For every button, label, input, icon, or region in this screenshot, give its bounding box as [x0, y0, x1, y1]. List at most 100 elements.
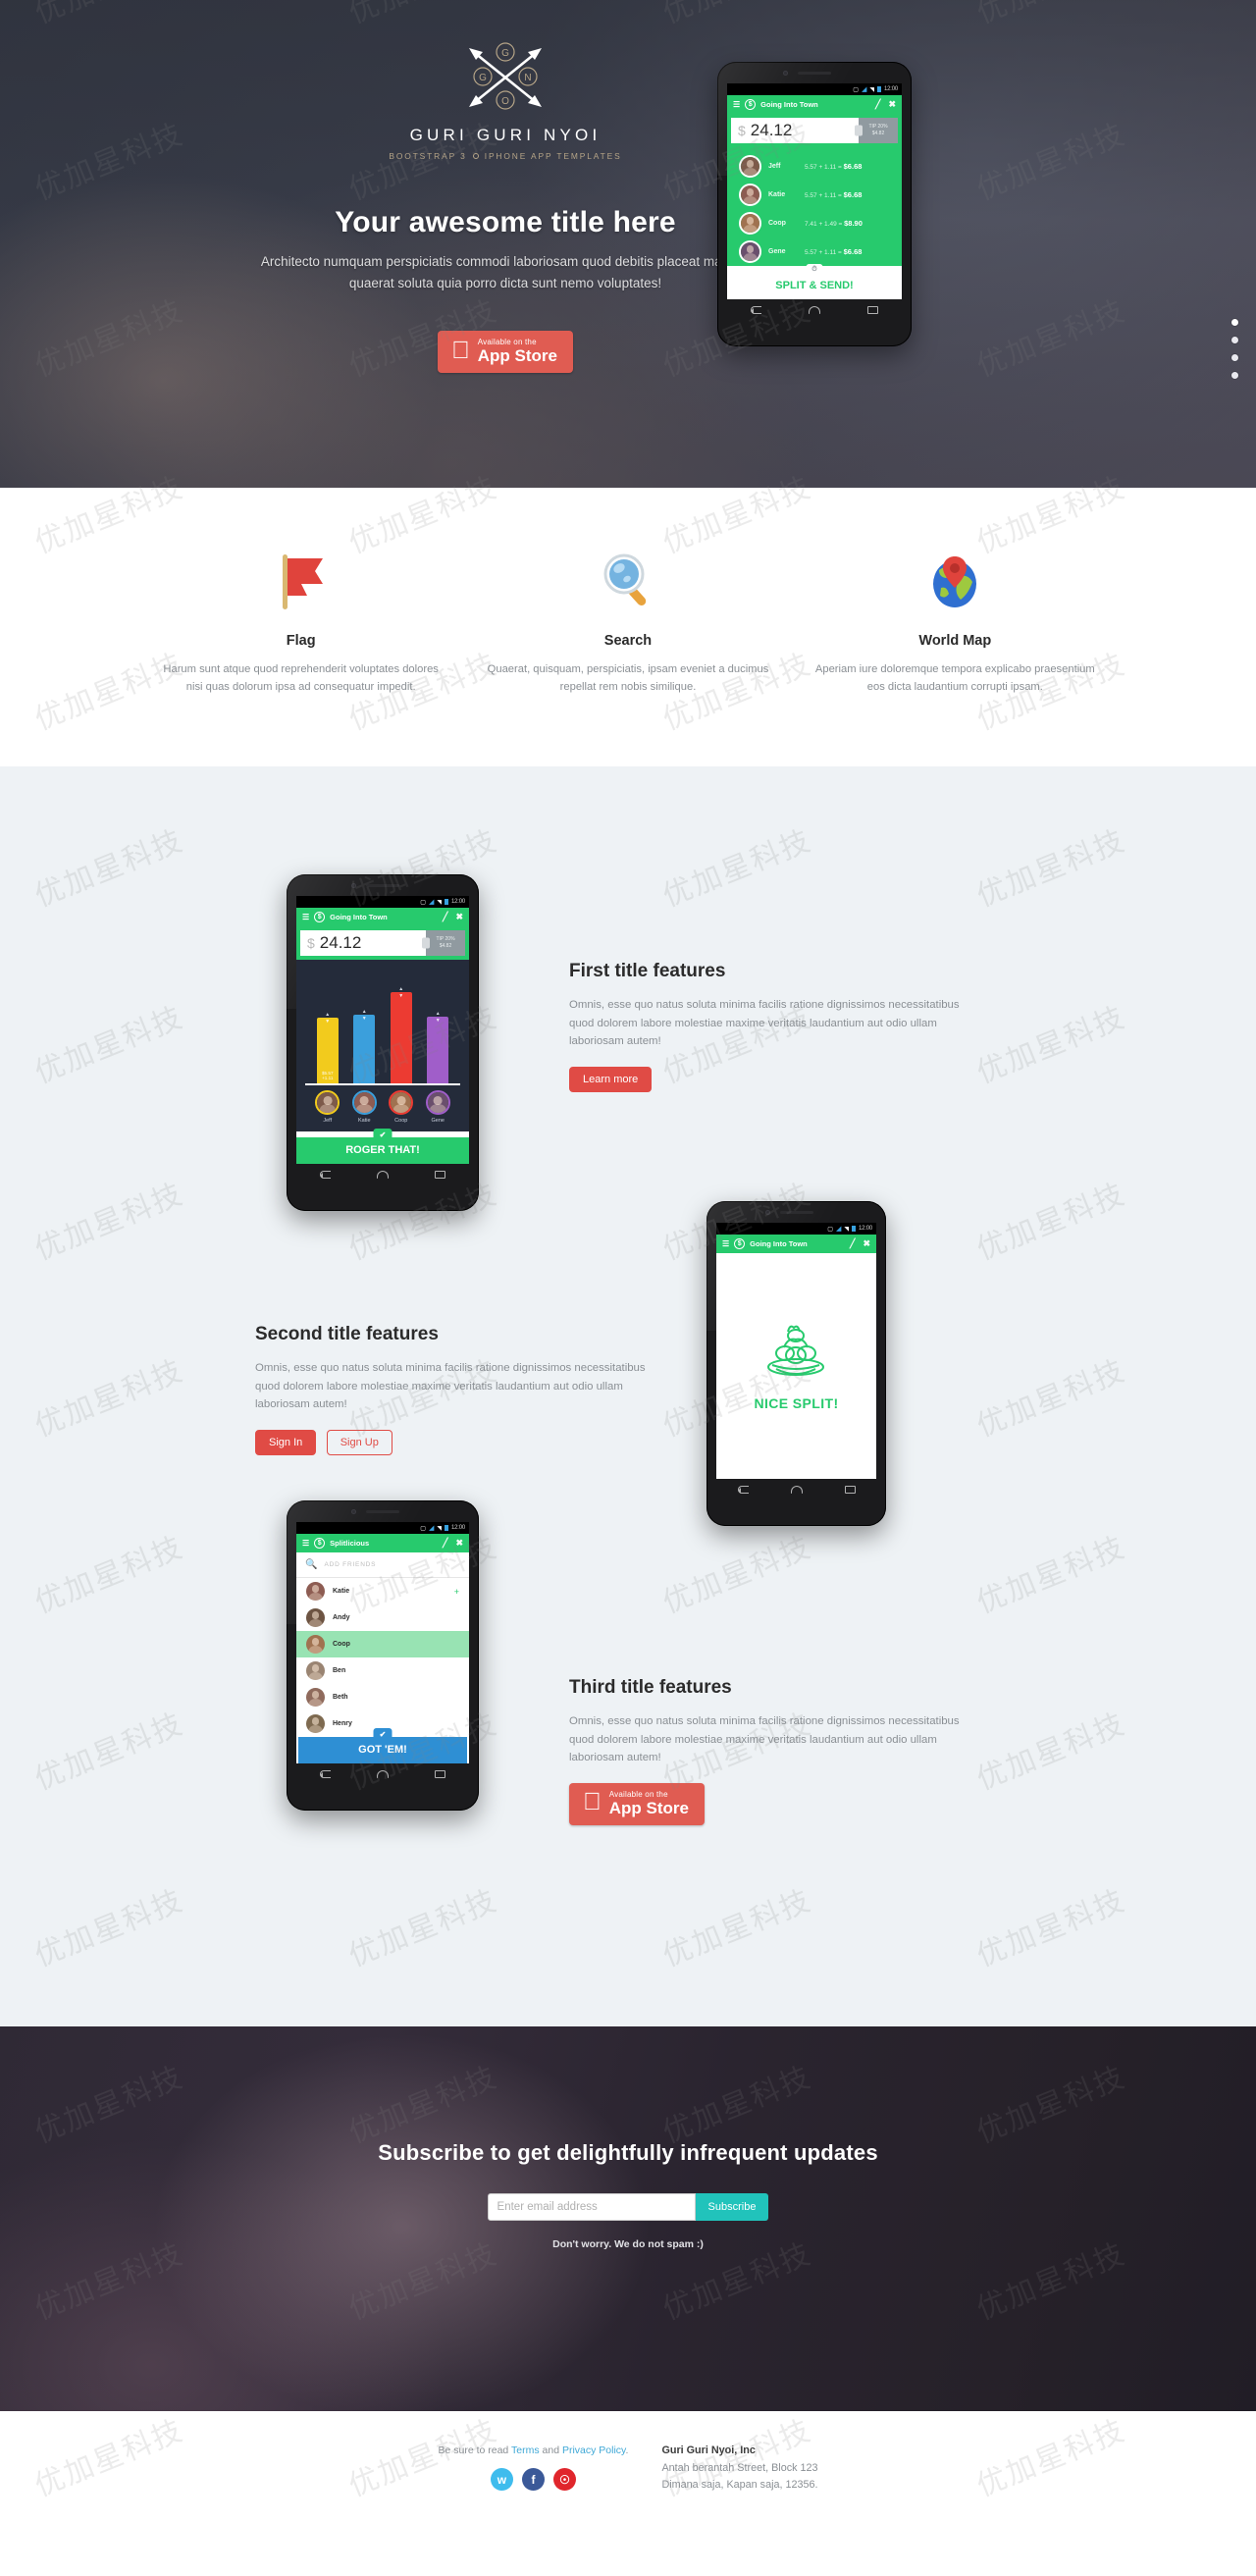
- recents-icon[interactable]: [435, 1171, 446, 1179]
- caret-up-icon[interactable]: ▲: [362, 1010, 367, 1015]
- friend-row[interactable]: Andy: [296, 1604, 469, 1631]
- caret-up-icon[interactable]: ▲: [436, 1011, 441, 1016]
- home-icon[interactable]: [376, 1171, 389, 1179]
- close-icon[interactable]: ✖: [455, 912, 463, 922]
- add-friends-search[interactable]: 🔍 ADD FRIENDS: [296, 1552, 469, 1578]
- chart-person-name: Jeff: [323, 1118, 333, 1124]
- facebook-icon[interactable]: f: [521, 2468, 545, 2491]
- sim-icon: ▢: [420, 899, 426, 906]
- person-calculation: 5.57 + 1.11 = $6.68: [805, 247, 863, 256]
- phone-speaker: [798, 72, 831, 75]
- amount-field[interactable]: $ 24.12: [300, 930, 426, 956]
- add-friend-icon[interactable]: +: [454, 1587, 459, 1597]
- check-tab-icon: ✔: [373, 1728, 392, 1740]
- caret-down-icon[interactable]: ▼: [436, 1018, 441, 1024]
- caret-down-icon[interactable]: ▼: [362, 1016, 367, 1022]
- icon-feature-title: Search: [603, 633, 653, 649]
- roger-that-button[interactable]: ✔ ROGER THAT!: [296, 1129, 469, 1164]
- friend-row[interactable]: Beth: [296, 1684, 469, 1710]
- carousel-dot[interactable]: [1231, 354, 1238, 361]
- company-name: Guri Guri Nyoi, Inc: [661, 2445, 756, 2456]
- menu-icon[interactable]: ☰: [302, 1539, 309, 1548]
- edit-icon[interactable]: ╱: [443, 1538, 447, 1549]
- dollar-coin-icon: $: [314, 1538, 326, 1549]
- icon-features-row: Flag Harum sunt atque quod reprehenderit…: [137, 547, 1119, 696]
- person-row[interactable]: Coop 7.41 + 1.49 = $8.90: [727, 209, 902, 237]
- recents-icon[interactable]: [844, 1486, 856, 1494]
- friend-row[interactable]: Coop: [296, 1631, 469, 1657]
- bar-column[interactable]: ▲ ▼: [427, 970, 449, 1083]
- bar: ▼: [390, 992, 412, 1083]
- caret-down-icon[interactable]: ▼: [398, 993, 403, 999]
- chart-person[interactable]: Gene: [423, 1090, 452, 1124]
- tip-slider[interactable]: TIP 20% $4.82: [859, 118, 898, 143]
- avatar: [739, 155, 761, 178]
- close-icon[interactable]: ✖: [863, 1238, 870, 1249]
- person-row[interactable]: Katie 5.57 + 1.11 = $6.68: [727, 181, 902, 209]
- edit-icon[interactable]: ╱: [875, 99, 880, 110]
- close-icon[interactable]: ✖: [455, 1538, 463, 1549]
- menu-icon[interactable]: ☰: [302, 913, 309, 921]
- chart-person[interactable]: Katie: [349, 1090, 379, 1124]
- caret-up-icon[interactable]: ▲: [325, 1012, 330, 1017]
- person-total: $8.90: [844, 219, 863, 228]
- chart-person[interactable]: Coop: [387, 1090, 416, 1124]
- home-icon[interactable]: [790, 1486, 803, 1494]
- back-icon[interactable]: [737, 1486, 749, 1494]
- person-row[interactable]: Jeff 5.57 + 1.11 = $6.68: [727, 152, 902, 181]
- pinterest-icon[interactable]: ☉: [552, 2468, 576, 2491]
- sign-in-button[interactable]: Sign In: [255, 1429, 317, 1455]
- bar-column[interactable]: ▲ ▼ $5.57 +1.11: [316, 970, 339, 1083]
- home-icon[interactable]: [376, 1770, 389, 1778]
- back-icon[interactable]: [319, 1171, 331, 1179]
- menu-icon[interactable]: ☰: [733, 100, 740, 109]
- chart-phone-screen: ▢ ◢ ◥ 12:00 ☰ $ Going Into Town ╱ ✖ $ 24…: [296, 896, 469, 1164]
- friend-row[interactable]: Katie +: [296, 1578, 469, 1604]
- email-input[interactable]: [487, 2193, 696, 2221]
- back-icon[interactable]: [319, 1770, 331, 1778]
- bar-column[interactable]: ▲ ▼: [353, 970, 376, 1083]
- caret-up-icon[interactable]: ▲: [398, 987, 403, 992]
- carousel-dot[interactable]: [1231, 337, 1238, 343]
- edit-icon[interactable]: ╱: [850, 1238, 855, 1249]
- sim-icon: ▢: [853, 86, 859, 93]
- recents-icon[interactable]: [867, 306, 878, 314]
- app-store-button-line2: App Store: [468, 346, 557, 365]
- got-em-button[interactable]: ✔ GOT 'EM!: [298, 1728, 467, 1763]
- feature-text-first: First title features Omnis, esse quo nat…: [569, 961, 962, 1092]
- recents-icon[interactable]: [435, 1770, 446, 1778]
- apple-logo-icon: : [583, 1790, 602, 1814]
- twitter-icon[interactable]: w: [490, 2468, 513, 2491]
- chart-person[interactable]: Jeff: [313, 1090, 342, 1124]
- app-store-button[interactable]:  Available on the App Store: [438, 331, 573, 373]
- learn-more-button[interactable]: Learn more: [569, 1066, 653, 1092]
- bar-column[interactable]: ▲ ▼: [390, 970, 412, 1083]
- app-store-button-third[interactable]:  Available on the App Store: [569, 1782, 705, 1825]
- tip-slider[interactable]: TIP 20% $4.82: [426, 930, 465, 956]
- avatar: [306, 1608, 325, 1627]
- edit-icon[interactable]: ╱: [443, 912, 447, 922]
- hero-carousel-dots[interactable]: [1231, 319, 1238, 390]
- sign-up-button[interactable]: Sign Up: [326, 1429, 392, 1455]
- menu-icon[interactable]: ☰: [722, 1239, 729, 1248]
- carousel-dot[interactable]: [1231, 372, 1238, 379]
- home-icon[interactable]: [809, 306, 820, 314]
- avatar: [306, 1714, 325, 1733]
- split-and-send-button[interactable]: ⏱ SPLIT & SEND!: [727, 264, 902, 299]
- clock-tab-icon[interactable]: ⏱: [806, 264, 823, 276]
- back-icon[interactable]: [751, 306, 761, 314]
- friend-row[interactable]: Ben: [296, 1657, 469, 1684]
- subscribe-note: Don't worry. We do not spam :): [552, 2238, 704, 2250]
- person-total: $6.68: [843, 190, 863, 199]
- person-row[interactable]: Gene 5.57 + 1.11 = $6.68: [727, 237, 902, 266]
- brand-tagline-left: BOOTSTRAP 3: [389, 151, 467, 161]
- carousel-dot[interactable]: [1231, 319, 1238, 326]
- caret-down-icon[interactable]: ▼: [325, 1019, 330, 1025]
- avatar: [739, 212, 761, 235]
- close-icon[interactable]: ✖: [888, 99, 896, 110]
- amount-field[interactable]: $ 24.12: [731, 118, 859, 143]
- subscribe-button[interactable]: Subscribe: [695, 2193, 769, 2221]
- android-nav-bar: [296, 1164, 469, 1182]
- privacy-policy-link[interactable]: Privacy Policy: [562, 2445, 626, 2456]
- terms-link[interactable]: Terms: [511, 2445, 540, 2456]
